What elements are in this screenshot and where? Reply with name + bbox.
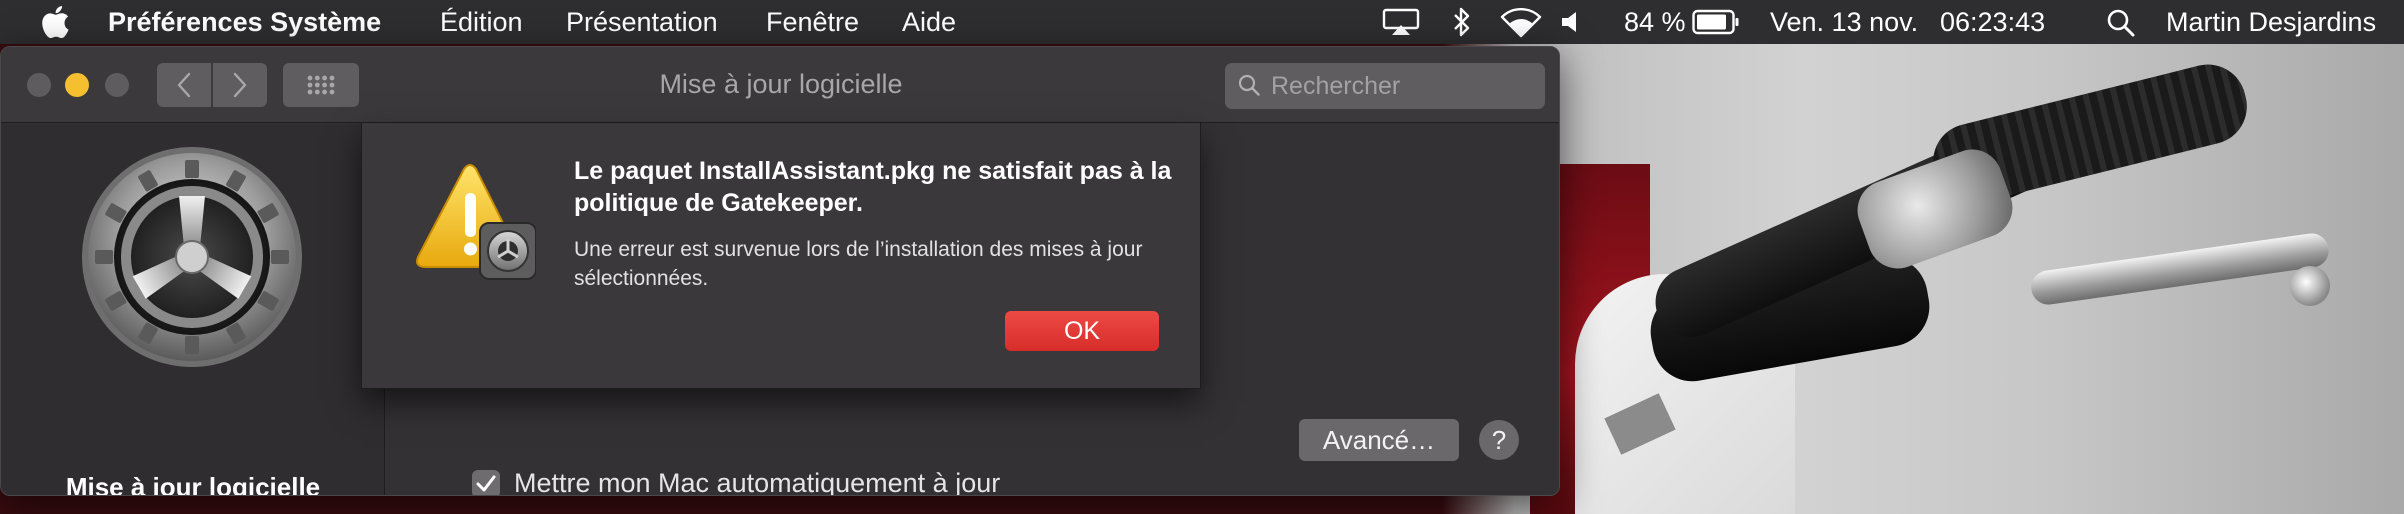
auto-update-row[interactable]: Mettre mon Mac automatiquement à jour <box>472 468 1000 495</box>
wallpaper-clamp <box>1849 141 2021 277</box>
warning-icon <box>416 164 536 280</box>
auto-update-checkbox[interactable] <box>472 469 500 495</box>
search-icon <box>1238 74 1260 96</box>
grid-icon <box>307 75 335 95</box>
menubar-clock[interactable]: 06:23:43 <box>1940 7 2045 38</box>
apple-logo-icon[interactable] <box>40 6 70 38</box>
sidebar: Mise à jour logicielle <box>1 124 385 496</box>
battery-percent: 84 % <box>1624 7 1686 37</box>
wifi-icon[interactable] <box>1500 8 1542 38</box>
error-alert-sheet: Le paquet InstallAssistant.pkg ne satisf… <box>361 123 1201 389</box>
software-update-gear-icon <box>82 147 302 367</box>
menu-presentation[interactable]: Présentation <box>566 7 718 38</box>
auto-update-label[interactable]: Mettre mon Mac automatiquement à jour <box>514 468 1000 495</box>
alert-title: Le paquet InstallAssistant.pkg ne satisf… <box>574 157 1172 217</box>
menu-fenetre[interactable]: Fenêtre <box>766 7 859 38</box>
close-window-button[interactable] <box>27 73 51 97</box>
wallpaper-lever-tip <box>2290 266 2330 306</box>
forward-button[interactable] <box>213 63 267 107</box>
menu-bar: Préférences Système Édition Présentation… <box>0 0 2404 44</box>
checkmark-icon <box>476 475 496 491</box>
advanced-button[interactable]: Avancé… <box>1299 419 1459 461</box>
menu-app-name[interactable]: Préférences Système <box>108 7 381 38</box>
sidebar-title: Mise à jour logicielle <box>65 472 321 496</box>
chevron-right-icon <box>233 72 247 98</box>
menu-aide[interactable]: Aide <box>902 7 956 38</box>
show-all-button[interactable] <box>283 63 359 107</box>
volume-icon[interactable] <box>1560 10 1582 34</box>
zoom-window-button[interactable] <box>105 73 129 97</box>
spotlight-search-icon[interactable] <box>2106 8 2136 38</box>
battery-icon[interactable] <box>1692 9 1740 35</box>
wallpaper-lever <box>2029 231 2331 307</box>
search-input[interactable] <box>1271 67 1531 105</box>
bluetooth-icon[interactable] <box>1452 6 1472 38</box>
menubar-date[interactable]: Ven. 13 nov. <box>1770 7 1918 38</box>
window-titlebar[interactable]: Mise à jour logicielle <box>1 47 1559 123</box>
minimize-window-button[interactable] <box>65 73 89 97</box>
airplay-icon[interactable] <box>1382 8 1420 36</box>
search-field[interactable] <box>1225 63 1545 109</box>
system-preferences-window: Mise à jour logicielle Rechercher Mise à… <box>0 46 1560 496</box>
back-button[interactable] <box>157 63 211 107</box>
help-button[interactable]: ? <box>1479 420 1519 460</box>
alert-message: Une erreur est survenue lors de l’instal… <box>574 238 1143 290</box>
ok-button[interactable]: OK <box>1005 311 1159 351</box>
window-title: Mise à jour logicielle <box>659 69 903 99</box>
chevron-left-icon <box>177 72 191 98</box>
menu-edition[interactable]: Édition <box>440 7 523 38</box>
menubar-user-name[interactable]: Martin Desjardins <box>2166 7 2376 38</box>
